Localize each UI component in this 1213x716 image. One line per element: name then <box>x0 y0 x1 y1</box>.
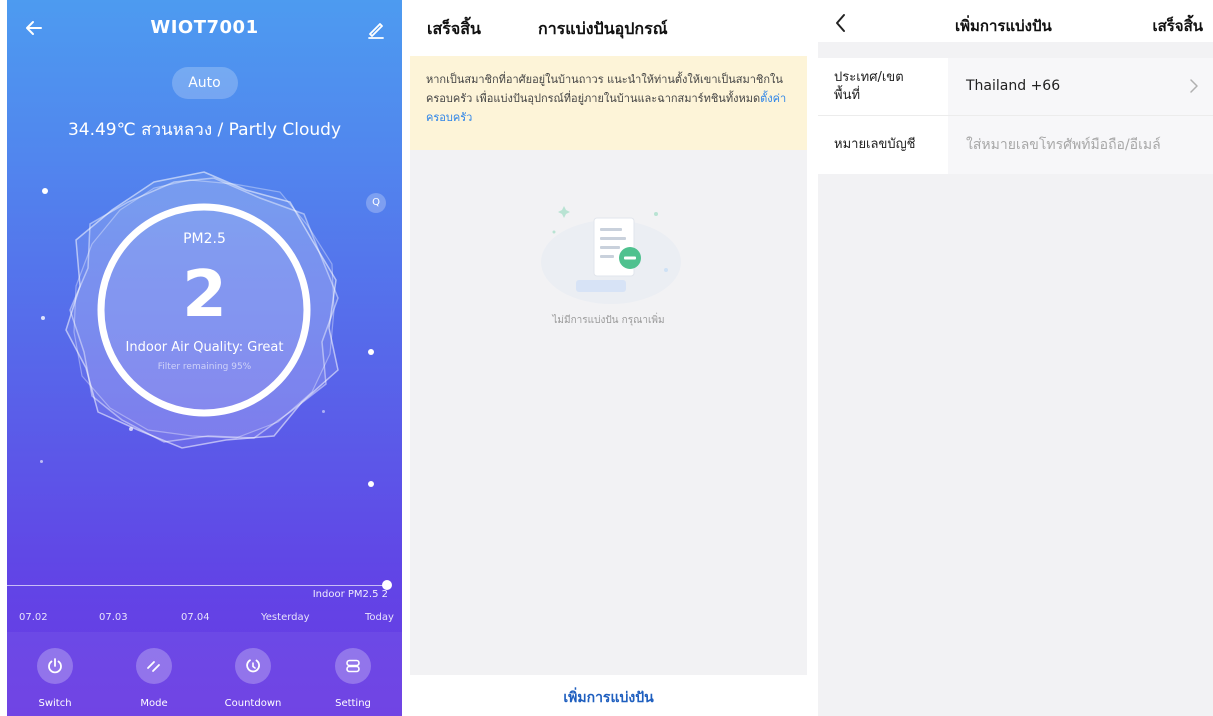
notice-message: หากเป็นสมาชิกที่อาศัยอยู่ในบ้านถาวร แนะน… <box>426 73 783 105</box>
account-input[interactable] <box>966 134 1213 156</box>
share-form: ประเทศ/เขต พื้นที่ Thailand +66 หมายเลขบ… <box>818 58 1213 174</box>
country-value: Thailand +66 <box>966 78 1061 94</box>
setting-label: Setting <box>335 698 371 709</box>
timer-icon <box>246 659 260 673</box>
indoor-pm-label: Indoor PM2.5 2 <box>312 589 388 600</box>
countdown-button[interactable]: Countdown <box>221 648 285 709</box>
empty-state-text: ไม่มีการแบ่งปัน กรุณาเพิ่ม <box>552 315 665 326</box>
decor-dot <box>40 460 43 463</box>
account-field-area <box>948 116 1213 174</box>
device-sharing-panel: เสร็จสิ้น การแบ่งปันอุปกรณ์ หากเป็นสมาชิ… <box>410 0 807 716</box>
pm-value: 2 <box>182 258 227 332</box>
timeline-track[interactable] <box>7 585 387 586</box>
device-panel: WIOT7001 Auto 34.49℃ สวนหลวง / Partly Cl… <box>7 0 402 716</box>
add-sharing-button[interactable]: เพิ่มการแบ่งปัน <box>410 675 807 716</box>
account-label: หมายเลขบัญชี <box>834 137 916 152</box>
timeline-date[interactable]: Yesterday <box>261 612 310 623</box>
weather-readout: 34.49℃ สวนหลวง / Partly Cloudy <box>67 120 342 140</box>
country-label: ประเทศ/เขต พื้นที่ <box>834 70 904 103</box>
notice-text: หากเป็นสมาชิกที่อาศัยอยู่ในบ้านถาวร แนะน… <box>426 70 791 127</box>
timeline-date[interactable]: 07.02 <box>19 612 48 623</box>
power-icon <box>48 658 62 674</box>
account-row: หมายเลขบัญชี <box>818 116 1213 174</box>
sharing-header: เสร็จสิ้น การแบ่งปันอุปกรณ์ <box>410 0 807 56</box>
empty-document-icon <box>541 206 681 304</box>
timeline-date[interactable]: 07.04 <box>181 612 210 623</box>
add-sharing-label: เพิ่มการแบ่งปัน <box>563 690 654 706</box>
page-title: เพิ่มการแบ่งปัน <box>955 17 1052 35</box>
edit-icon[interactable] <box>364 17 388 41</box>
add-share-panel: เพิ่มการแบ่งปัน เสร็จสิ้น ประเทศ/เขต พื้… <box>818 0 1213 716</box>
decor-dot <box>42 188 48 194</box>
refresh-icon[interactable]: Q <box>366 193 386 213</box>
country-row[interactable]: ประเทศ/เขต พื้นที่ Thailand +66 <box>818 58 1213 116</box>
done-button[interactable]: เสร็จสิ้น <box>1152 14 1203 38</box>
chevron-right-icon <box>1190 79 1198 93</box>
timeline-date[interactable]: Today <box>365 612 394 623</box>
decor-dot <box>368 481 374 487</box>
timeline-dates: 07.02 07.03 07.04 Yesterday Today <box>7 612 402 628</box>
filter-remaining: Filter remaining 95% <box>157 362 252 372</box>
mode-label: Mode <box>140 698 168 709</box>
device-title: WIOT7001 <box>150 17 259 38</box>
page-title: การแบ่งปันอุปกรณ์ <box>538 19 668 38</box>
device-controls: Switch Mode Countdown Setting <box>7 632 402 716</box>
timeline-date[interactable]: 07.03 <box>99 612 128 623</box>
switch-label: Switch <box>38 698 72 709</box>
family-notice: หากเป็นสมาชิกที่อาศัยอยู่ในบ้านถาวร แนะน… <box>410 56 807 150</box>
device-header: WIOT7001 <box>7 0 402 60</box>
done-button[interactable]: เสร็จสิ้น <box>427 17 481 42</box>
air-quality-status: Indoor Air Quality: Great <box>125 340 284 355</box>
mode-icon <box>147 661 160 672</box>
settings-icon <box>346 659 360 673</box>
pm-label: PM2.5 <box>183 231 226 247</box>
switch-button[interactable]: Switch <box>23 648 87 709</box>
add-share-header: เพิ่มการแบ่งปัน เสร็จสิ้น <box>818 0 1213 42</box>
setting-button[interactable]: Setting <box>321 648 385 709</box>
mode-button[interactable]: Mode <box>122 648 186 709</box>
back-chevron-icon[interactable] <box>832 12 850 34</box>
mode-badge[interactable]: Auto <box>171 67 238 99</box>
countdown-label: Countdown <box>224 698 282 709</box>
country-select[interactable]: Thailand +66 <box>948 58 1213 115</box>
